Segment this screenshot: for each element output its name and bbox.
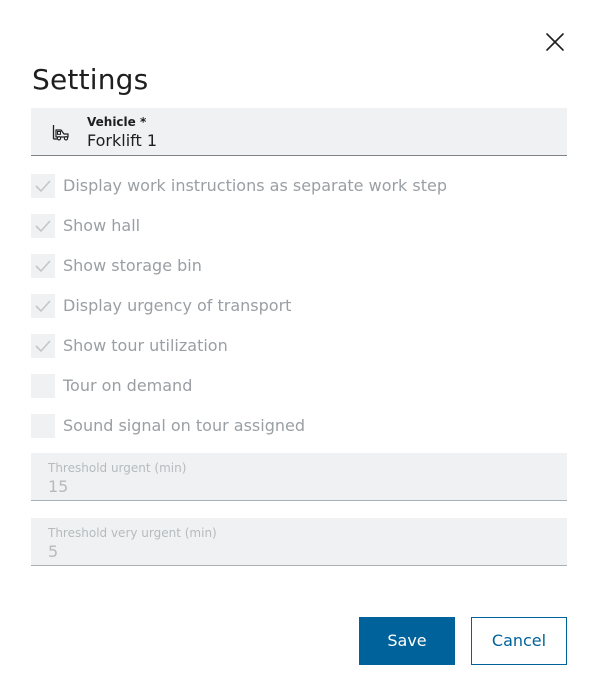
option-show-storage-bin[interactable]: Show storage bin (31, 254, 202, 278)
vehicle-select[interactable]: Vehicle * Forklift 1 (31, 108, 567, 156)
checkbox-show-storage-bin[interactable] (31, 254, 55, 278)
option-label: Display urgency of transport (63, 296, 292, 315)
close-icon (546, 33, 564, 51)
option-label: Show hall (63, 216, 141, 235)
option-label: Show tour utilization (63, 336, 228, 355)
checkbox-work-instructions[interactable] (31, 174, 55, 198)
check-icon (35, 260, 51, 273)
option-sound-signal[interactable]: Sound signal on tour assigned (31, 414, 305, 438)
option-label: Tour on demand (63, 376, 193, 395)
check-icon (35, 300, 51, 313)
option-tour-utilization[interactable]: Show tour utilization (31, 334, 228, 358)
checkbox-display-urgency[interactable] (31, 294, 55, 318)
threshold-urgent-field[interactable]: Threshold urgent (min) 15 (31, 453, 567, 501)
threshold-very-urgent-label: Threshold very urgent (min) (48, 526, 217, 540)
check-icon (35, 180, 51, 193)
option-label: Sound signal on tour assigned (63, 416, 305, 435)
option-tour-on-demand[interactable]: Tour on demand (31, 374, 192, 398)
option-show-hall[interactable]: Show hall (31, 214, 140, 238)
page-title: Settings (32, 63, 149, 96)
threshold-urgent-value: 15 (48, 477, 69, 496)
cancel-button[interactable]: Cancel (471, 617, 567, 665)
checkbox-show-hall[interactable] (31, 214, 55, 238)
vehicle-label: Vehicle * (87, 115, 147, 129)
option-display-urgency[interactable]: Display urgency of transport (31, 294, 291, 318)
settings-dialog: Settings Vehicle * Forklift 1 Display wo… (0, 0, 597, 697)
checkbox-sound-signal[interactable] (31, 414, 55, 438)
threshold-very-urgent-field[interactable]: Threshold very urgent (min) 5 (31, 518, 567, 566)
threshold-very-urgent-value: 5 (48, 542, 59, 561)
vehicle-value: Forklift 1 (87, 131, 158, 150)
save-button[interactable]: Save (359, 617, 455, 665)
forklift-icon (52, 125, 69, 141)
option-work-instructions[interactable]: Display work instructions as separate wo… (31, 174, 447, 198)
threshold-urgent-label: Threshold urgent (min) (48, 461, 187, 475)
option-label: Show storage bin (63, 256, 202, 275)
close-button[interactable] (542, 29, 568, 55)
checkbox-tour-utilization[interactable] (31, 334, 55, 358)
checkbox-tour-on-demand[interactable] (31, 374, 55, 398)
option-label: Display work instructions as separate wo… (63, 176, 448, 195)
check-icon (35, 220, 51, 233)
check-icon (35, 340, 51, 353)
